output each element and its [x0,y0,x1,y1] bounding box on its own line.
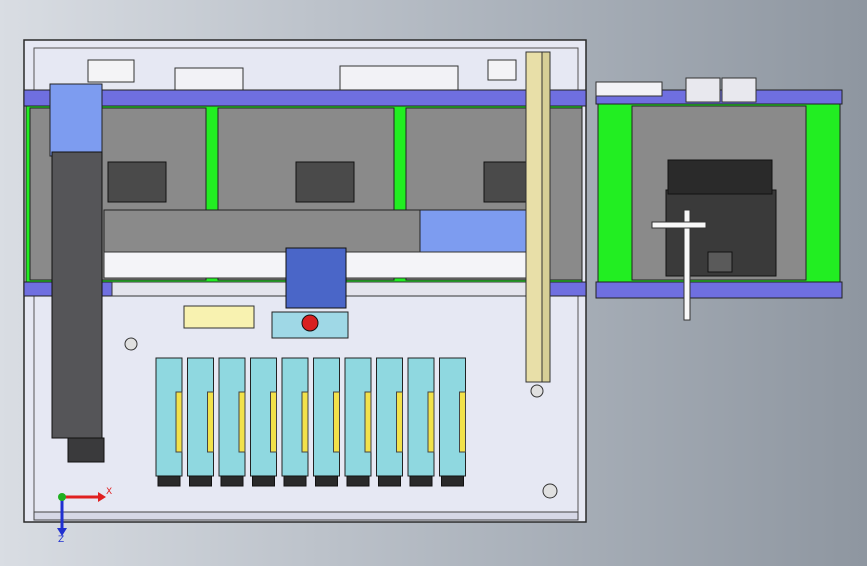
mounting-hole-b [530,384,544,398]
side-rail-bottom [595,281,843,299]
yellow-plate [183,305,255,329]
arm-motor [67,437,105,463]
feeder-base [441,475,464,487]
feeder-strip [207,391,214,453]
tray-window [107,161,167,203]
feeder-strip [427,391,435,453]
side-top-block-b [685,77,721,103]
mounting-hole-c [542,483,558,499]
tray-window [295,161,355,203]
feeder-base [220,475,244,487]
right-rail [525,51,551,383]
left-arm [49,83,105,463]
triad-z-label: Z [58,535,64,545]
cad-assembly-drawing: X Z [23,39,843,545]
cad-viewport[interactable]: X Z [0,0,867,562]
side-screen [667,159,773,195]
arm-top-block [49,83,103,157]
triad-origin [58,493,66,501]
feeder-base [409,475,433,487]
rail-body [525,51,543,383]
feeder-strip [301,391,309,453]
gantry [103,209,547,309]
feeder-strip [364,391,372,453]
top-tab-center [339,65,459,91]
top-tab-left [174,67,244,91]
feeder-base [346,475,370,487]
feeder-strip [270,391,277,453]
feeder-base [315,475,338,487]
frame-bottom-strip [33,511,579,521]
feeder-base [252,475,275,487]
emergency-stop-icon [301,314,319,332]
side-touchpad [707,251,733,273]
side-top-block-a [595,81,663,97]
conveyor-rail-top [23,89,587,107]
feeder-base [189,475,212,487]
side-probe-bar [651,221,707,229]
feeder-strip [175,391,183,453]
feeder-base [157,475,181,487]
arm-body [51,151,103,439]
feeder-strip [396,391,403,453]
feeder-base [378,475,401,487]
triad-x-label: X [106,487,112,497]
feeder-strip [238,391,246,453]
placement-head [285,247,347,309]
feeder-base [283,475,307,487]
feeder-strip [459,391,466,453]
side-top-block-c [721,77,757,103]
top-block-left [87,59,135,83]
mounting-hole-a [124,337,138,351]
top-block-right [487,59,517,81]
feeder-strip [333,391,340,453]
side-module [595,77,843,321]
rail-side [541,51,551,383]
